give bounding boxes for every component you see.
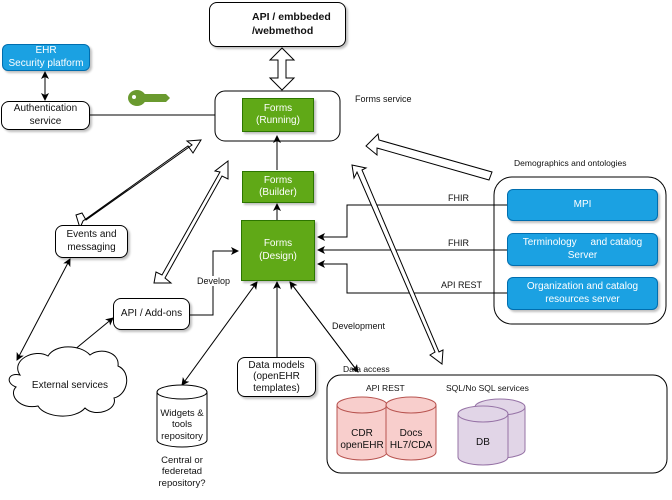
forms-running-line1: Forms [263, 102, 293, 114]
widgets-line3: repository [161, 430, 203, 442]
authentication-service-box[interactable]: Authentication service [1, 101, 90, 130]
ehr-security-line2: Security platform [8, 57, 84, 69]
authentication-line1: Authentication [13, 103, 78, 114]
ehr-security-line1: EHR [35, 45, 57, 56]
api-embedded-box[interactable]: API / embbeded/webmethod [209, 2, 346, 47]
dataaccess-forms-double-arrow [351, 164, 444, 365]
mpi-label: MPI [573, 198, 592, 210]
events-messaging-box[interactable]: Events and messaging [55, 225, 128, 258]
fhir-mpi-label: FHIR [447, 193, 470, 203]
widgets-line2: tools [171, 419, 193, 431]
mpi-design-connector [317, 204, 507, 241]
cdr-label: CDR openEHR [337, 428, 387, 452]
widgets-caption-line3: repository? [158, 477, 206, 489]
widgets-repository-label: Widgets & tools repository [157, 408, 207, 442]
terminology-server-box[interactable]: Terminology and catalog Server [507, 233, 658, 266]
external-events-connector [16, 258, 71, 361]
forms-builder-line1: Forms [263, 174, 293, 186]
docs-line1: Docs [399, 428, 423, 439]
data-models-line3: templates) [253, 382, 300, 394]
events-line2: messaging [67, 241, 116, 253]
api-rest-edge-label: API REST [440, 280, 484, 290]
forms-design-line2: (Design) [259, 250, 297, 262]
forms-design-line1: Forms [263, 238, 293, 249]
data-access-title: Data access [343, 364, 390, 374]
development-label: Development [331, 321, 387, 331]
forms-running-box[interactable]: Forms (Running) [242, 98, 314, 132]
addons-forms-double-arrow [153, 159, 229, 284]
key-icon [128, 90, 170, 106]
widgets-caption: Central or federetad repository? [148, 455, 216, 489]
api-addons-label: API / Add-ons [120, 307, 183, 319]
ehr-security-platform-box[interactable]: EHR Security platform [2, 44, 90, 71]
docs-line2: HL7/CDA [389, 440, 433, 451]
api-addons-box[interactable]: API / Add-ons [113, 298, 190, 330]
forms-builder-line2: (Builder) [259, 187, 297, 198]
data-models-box[interactable]: Data models (openEHR templates) [237, 357, 316, 397]
organization-line2: resources server [545, 293, 620, 305]
demographics-title: Demographics and ontologies [514, 158, 627, 168]
api-rest-group-label: API REST [366, 383, 405, 393]
organization-server-box[interactable]: Organization and catalog resources server [507, 277, 658, 310]
data-models-line2: (openEHR [253, 371, 300, 383]
api-embedded-line1: API / embbeded [252, 11, 331, 24]
forms-design-box[interactable]: Forms (Design) [241, 220, 315, 281]
external-services-label: External services [31, 380, 109, 391]
api-forms-double-arrow [268, 47, 296, 91]
sql-group-label: SQL/No SQL services [446, 383, 529, 393]
docs-label: Docs HL7/CDA [386, 428, 436, 452]
mpi-box[interactable]: MPI [507, 189, 658, 221]
cdr-line1: CDR [351, 428, 373, 439]
api-embedded-line2: /webmethod [252, 24, 314, 37]
widgets-caption-line2: federetad [161, 466, 203, 478]
develop-label: Develop [196, 276, 232, 286]
fhir-terminology-label: FHIR [447, 238, 470, 248]
events-forms-double-arrow [75, 139, 202, 230]
terminology-line2: Server [567, 249, 598, 261]
db-cylinder [457, 398, 526, 466]
data-models-line1: Data models [248, 359, 305, 371]
forms-running-line2: (Running) [256, 115, 300, 126]
db-label: DB [476, 437, 490, 448]
demographics-forms-arrow [365, 132, 493, 181]
forms-service-label: Forms service [355, 94, 412, 104]
organization-line1: Organization and catalog [526, 281, 639, 292]
widgets-line1: Widgets & [160, 408, 204, 419]
terminology-line1: Terminology and catalog [522, 237, 643, 248]
cdr-line2: openEHR [340, 440, 384, 451]
widgets-caption-line1: Central or [161, 455, 203, 466]
forms-builder-box[interactable]: Forms (Builder) [242, 171, 314, 203]
events-line1: Events and [66, 229, 117, 240]
authentication-line2: service [29, 115, 62, 127]
